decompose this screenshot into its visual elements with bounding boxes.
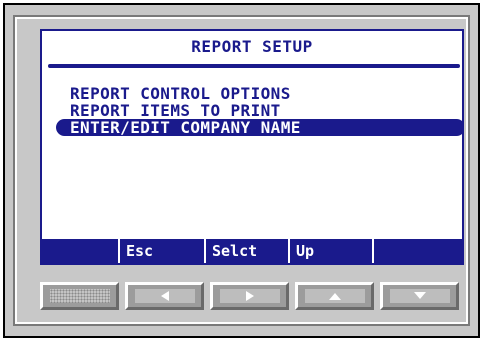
screen-title: REPORT SETUP xyxy=(191,37,313,56)
hardware-button-row xyxy=(40,282,464,310)
softkey-button-esc[interactable] xyxy=(125,282,204,310)
softkey-label-5 xyxy=(374,239,462,263)
blank-icon xyxy=(49,289,110,303)
softkey-button-down[interactable] xyxy=(380,282,459,310)
menu-list: REPORT CONTROL OPTIONS REPORT ITEMS TO P… xyxy=(56,85,462,136)
menu-item-report-items-to-print[interactable]: REPORT ITEMS TO PRINT xyxy=(56,102,452,119)
arrow-left-icon xyxy=(160,291,169,301)
menu-item-enter-edit-company-name[interactable]: ENTER/EDIT COMPANY NAME xyxy=(56,119,462,136)
arrow-right-icon xyxy=(245,291,254,301)
softkey-button-select[interactable] xyxy=(210,282,289,310)
softkey-label-esc: Esc xyxy=(120,239,206,263)
arrow-up-icon xyxy=(328,293,341,300)
softkey-label-1 xyxy=(42,239,120,263)
arrow-down-icon xyxy=(413,292,426,299)
lcd-screen: REPORT SETUP REPORT CONTROL OPTIONS REPO… xyxy=(40,29,464,265)
menu-item-report-control-options[interactable]: REPORT CONTROL OPTIONS xyxy=(56,85,452,102)
softkey-button-1[interactable] xyxy=(40,282,119,310)
title-divider xyxy=(48,64,460,68)
softkey-label-up: Up xyxy=(290,239,374,263)
softkey-label-select: Selct xyxy=(206,239,290,263)
softkey-button-up[interactable] xyxy=(295,282,374,310)
softkey-bar: Esc Selct Up xyxy=(42,239,462,263)
